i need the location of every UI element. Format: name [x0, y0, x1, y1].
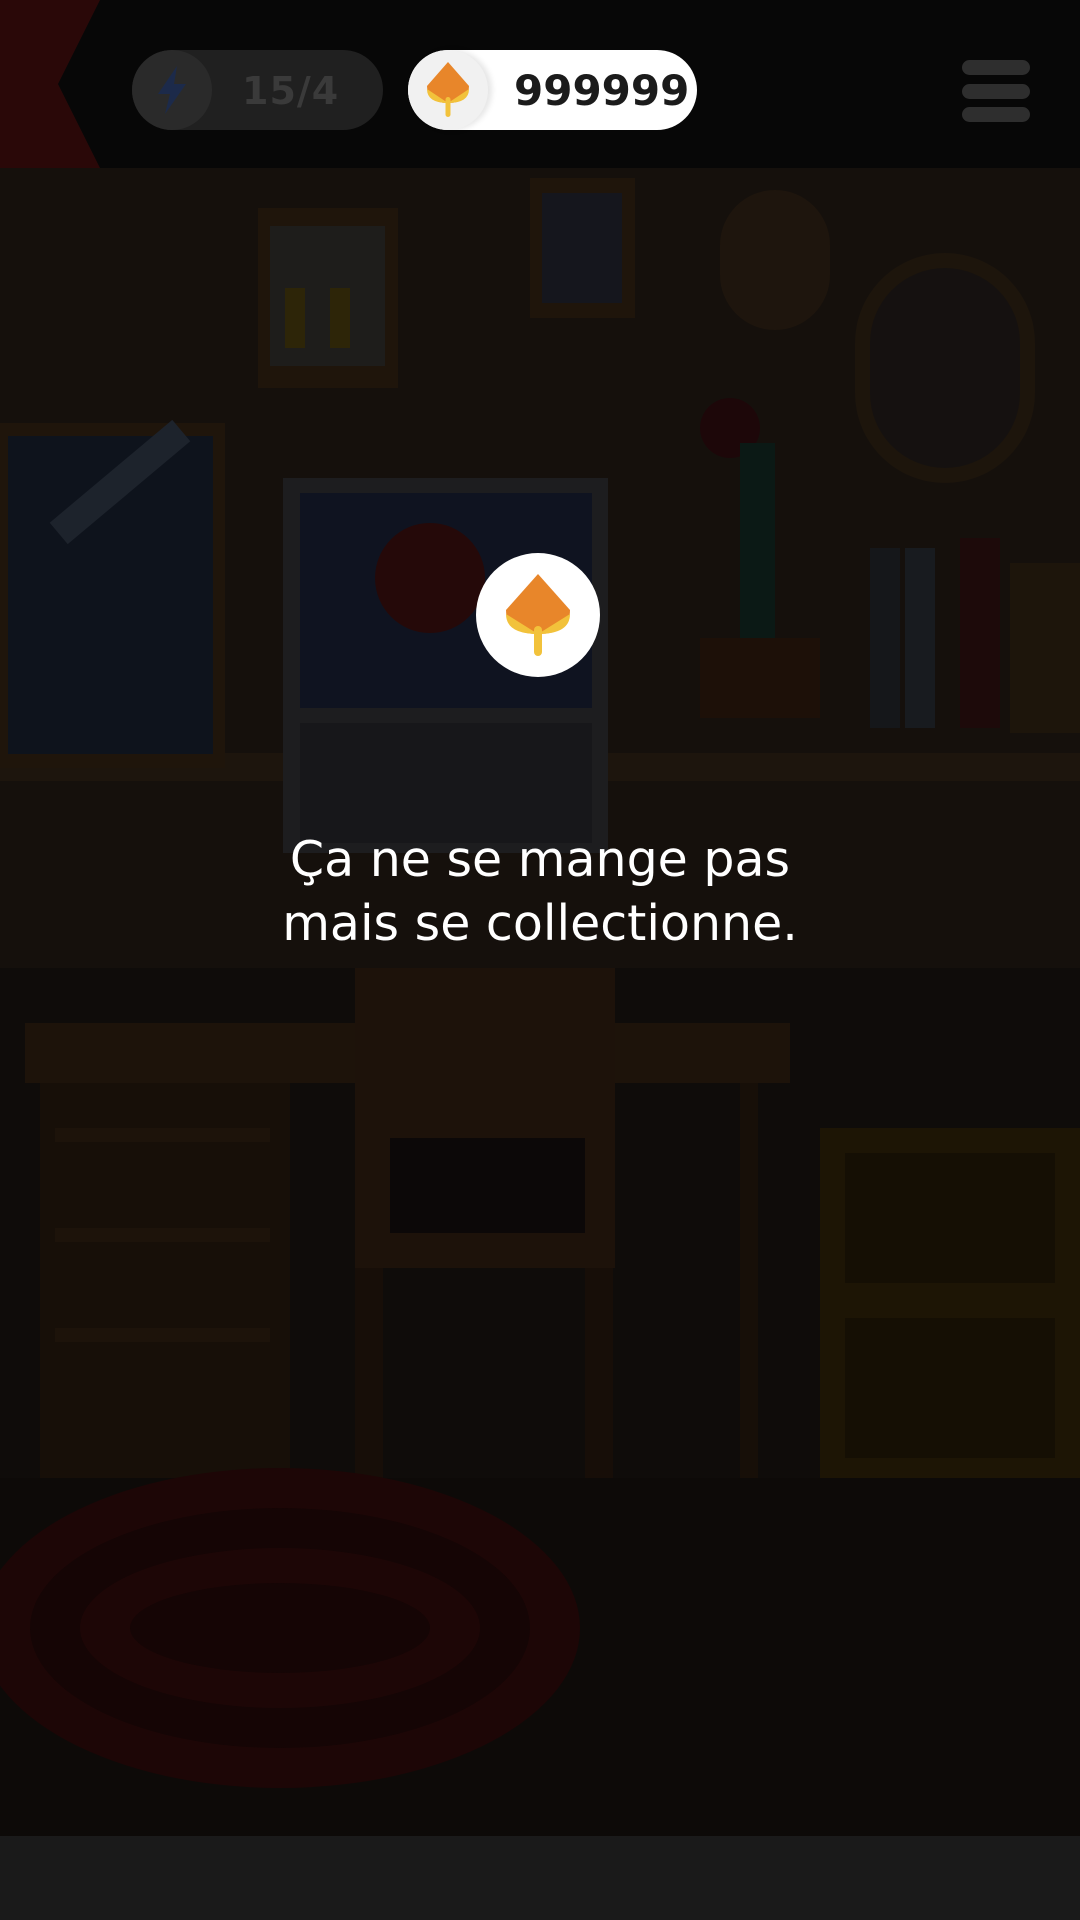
energy-value: 15/4 — [242, 69, 340, 113]
toast-message: Ça ne se mange pas mais se collectionne. — [240, 828, 840, 956]
top-bar: 15/4 999999 — [0, 0, 1080, 168]
toast-line-2: mais se collectionne. — [282, 895, 798, 952]
leaf-coin-icon — [408, 50, 488, 130]
coin-counter[interactable]: 999999 — [408, 50, 697, 130]
hamburger-menu-icon[interactable] — [962, 60, 1030, 122]
leaf-coin-icon — [506, 574, 570, 656]
room-background — [0, 168, 1080, 1836]
coin-value: 999999 — [514, 66, 690, 115]
corner-ribbon — [0, 0, 100, 168]
game-screen: 15/4 999999 Ça ne se mange pas mais se c… — [0, 0, 1080, 1920]
toast-line-1: Ça ne se mange pas — [289, 831, 791, 888]
lightning-bolt-icon — [132, 50, 212, 130]
energy-counter[interactable]: 15/4 — [132, 50, 383, 130]
bottom-bar — [0, 1836, 1080, 1920]
leaf-coin-badge — [476, 553, 600, 677]
